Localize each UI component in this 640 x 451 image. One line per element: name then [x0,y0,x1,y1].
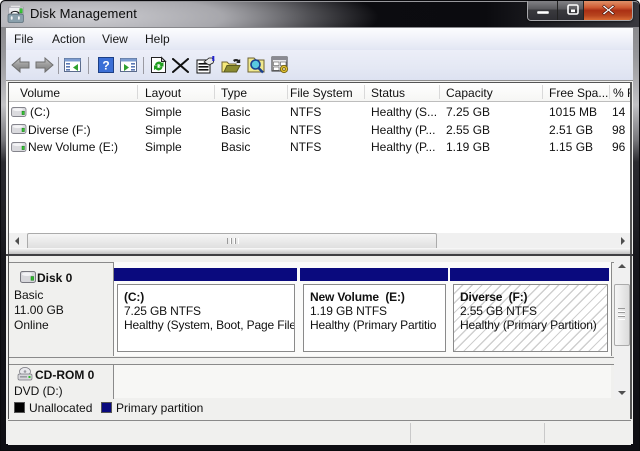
svg-text:?: ? [102,59,109,73]
